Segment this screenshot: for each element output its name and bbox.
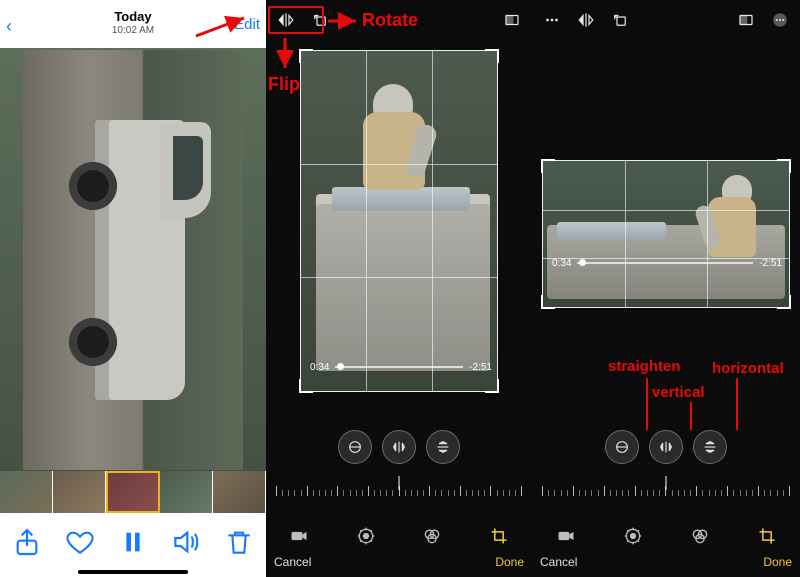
thumbnail[interactable] <box>53 471 106 513</box>
scrub-current-time: 0:34 <box>552 258 571 269</box>
crop-tab-icon[interactable] <box>486 523 512 549</box>
filters-tab-icon[interactable] <box>687 523 713 549</box>
thumbnail[interactable] <box>0 471 53 513</box>
editor-tabs <box>532 521 800 551</box>
vertical-dial[interactable] <box>649 430 683 464</box>
edit-button[interactable]: Edit <box>234 16 260 33</box>
annotation-line-horizontal <box>736 378 738 430</box>
crop-frame[interactable] <box>300 50 498 392</box>
crop-tab-icon[interactable] <box>754 523 780 549</box>
pause-icon[interactable] <box>117 526 149 558</box>
share-icon[interactable] <box>11 526 43 558</box>
thumbnail[interactable] <box>213 471 266 513</box>
vertical-dial[interactable] <box>382 430 416 464</box>
trash-icon[interactable] <box>223 526 255 558</box>
subtitle-text: 10:02 AM <box>112 24 154 38</box>
adjust-tab-icon[interactable] <box>620 523 646 549</box>
title-text: Today <box>112 10 154 24</box>
editor-tabs <box>266 521 532 551</box>
header-title: Today 10:02 AM <box>112 10 154 38</box>
editor-panel-landscape: ✦ 0:34 -2:51 <box>532 0 800 577</box>
done-button[interactable]: Done <box>495 555 524 569</box>
editor-panel-portrait: 0:34 -2:51 Cancel Done <box>266 0 532 577</box>
crop-frame[interactable] <box>542 160 790 308</box>
annotation-line-vertical <box>690 402 692 430</box>
video-tab-icon[interactable] <box>286 523 312 549</box>
media-preview[interactable] <box>0 48 266 471</box>
cancel-button[interactable]: Cancel <box>540 555 577 569</box>
video-scrubber[interactable]: 0:34 -2:51 <box>310 362 492 372</box>
speaker-icon[interactable] <box>170 526 202 558</box>
adjust-tab-icon[interactable] <box>353 523 379 549</box>
adjust-dial-row <box>532 430 800 464</box>
video-tab-icon[interactable] <box>553 523 579 549</box>
editor-bottom-bar: Cancel Done <box>266 553 532 571</box>
cancel-button[interactable]: Cancel <box>274 555 311 569</box>
annotation-line-straighten <box>646 378 648 430</box>
adjust-dial-row <box>266 430 532 464</box>
aspect-ratio-icon[interactable] <box>498 6 526 34</box>
photos-viewer-panel: ‹ Today 10:02 AM Edit ✦ <box>0 0 266 577</box>
scrub-remaining-time: -2:51 <box>469 362 492 373</box>
heart-icon[interactable] <box>64 526 96 558</box>
straighten-dial[interactable] <box>338 430 372 464</box>
angle-ruler[interactable] <box>276 478 522 496</box>
scrub-remaining-time: -2:51 <box>759 258 782 269</box>
done-button[interactable]: Done <box>763 555 792 569</box>
video-scrubber[interactable]: 0:34 -2:51 <box>552 258 782 268</box>
viewer-header: ‹ Today 10:02 AM Edit <box>0 0 266 48</box>
angle-ruler[interactable] <box>542 478 790 496</box>
thumbnail[interactable] <box>160 471 213 513</box>
thumbnail[interactable] <box>106 471 159 513</box>
more-icon[interactable] <box>766 6 794 34</box>
thumbnail-strip[interactable] <box>0 471 266 513</box>
editor-bottom-bar: Cancel Done <box>532 553 800 571</box>
horizontal-dial[interactable] <box>426 430 460 464</box>
aspect-ratio-icon[interactable] <box>732 6 760 34</box>
home-indicator <box>78 570 188 574</box>
back-button[interactable]: ‹ <box>6 16 12 37</box>
viewer-toolbar <box>0 517 266 567</box>
horizontal-dial[interactable] <box>693 430 727 464</box>
scrub-current-time: 0:34 <box>310 362 329 373</box>
filters-tab-icon[interactable] <box>419 523 445 549</box>
straighten-dial[interactable] <box>605 430 639 464</box>
